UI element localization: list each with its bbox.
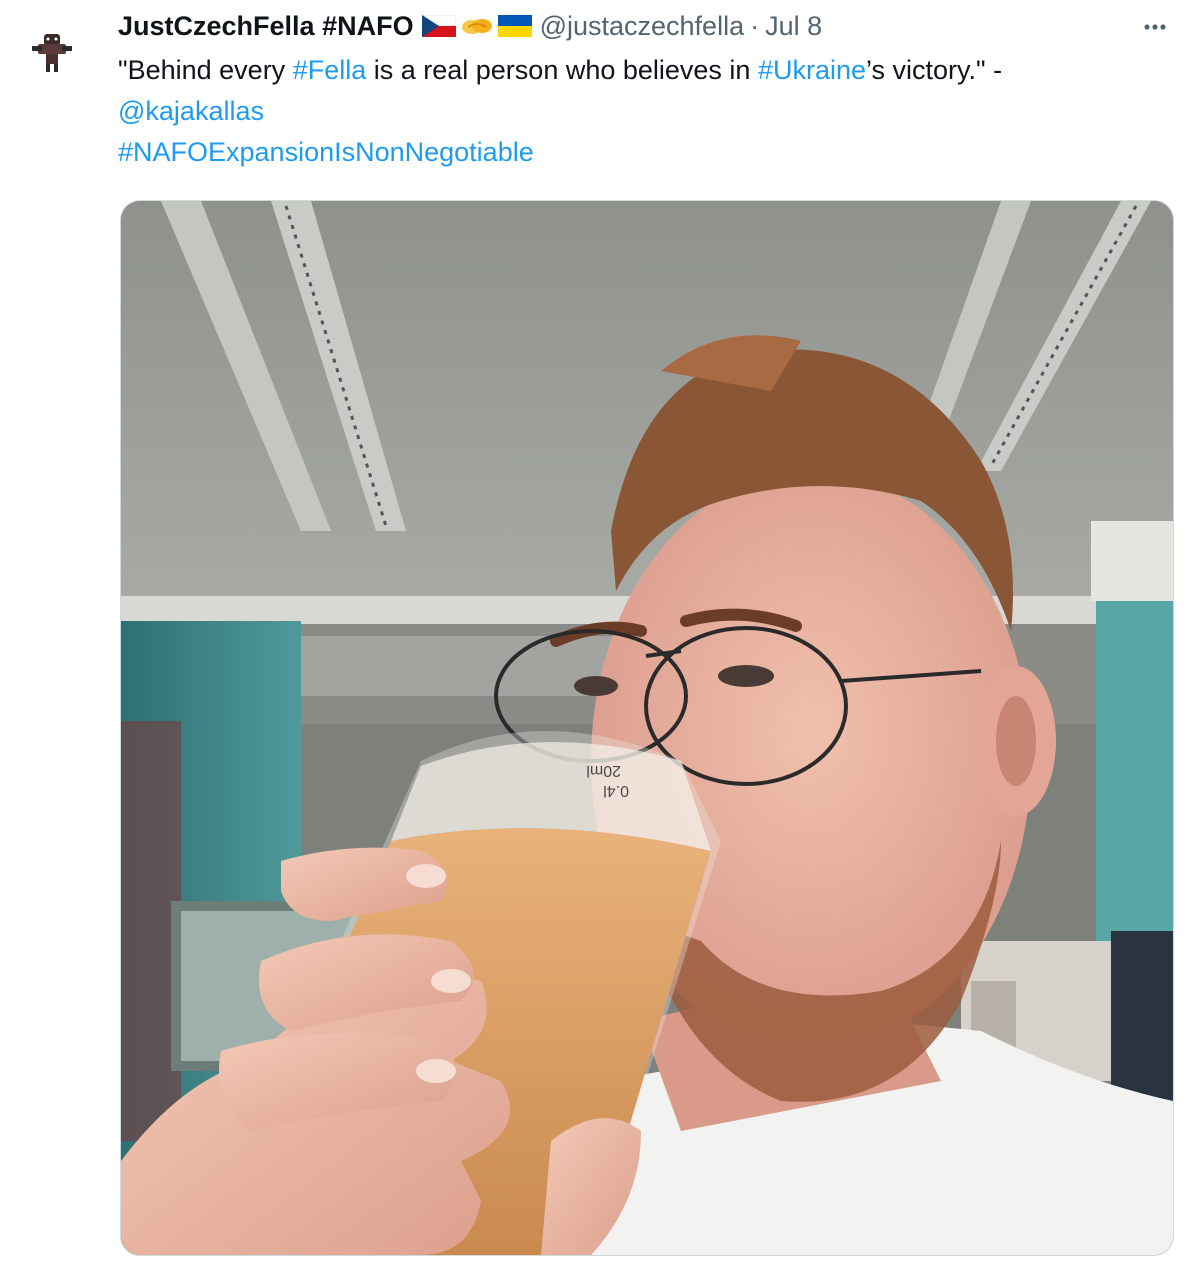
tweet-text-part: "Behind every (118, 55, 293, 85)
separator-dot: · (750, 10, 760, 41)
tweet-photo[interactable]: 20ml 0.4l (120, 200, 1174, 1256)
tweet-text-part: is a real person who believes in (366, 55, 758, 85)
tweet: JustCzechFella #NAFO @justaczechfella · … (118, 8, 1178, 173)
hashtag-ukraine[interactable]: #Ukraine (758, 55, 866, 85)
tweet-text-part: ’s victory." - (866, 55, 1003, 85)
name-emojis (421, 15, 532, 37)
user-handle[interactable]: @justaczechfella (540, 11, 745, 42)
czech-flag-icon (421, 15, 456, 37)
hashtag-fella[interactable]: #Fella (293, 55, 367, 85)
photo-illustration: 20ml 0.4l (121, 201, 1173, 1255)
tweet-text: "Behind every #Fella is a real person wh… (118, 50, 1178, 173)
handshake-icon (461, 19, 492, 34)
glass-marking: 20ml (586, 762, 621, 779)
tweet-header: JustCzechFella #NAFO @justaczechfella · … (118, 8, 1178, 44)
glass-marking: 0.4l (603, 782, 629, 799)
mention-kajakallas[interactable]: @kajakallas (118, 96, 264, 126)
tweet-date[interactable]: Jul 8 (765, 11, 822, 42)
more-horizontal-icon[interactable] (1138, 10, 1172, 44)
display-name[interactable]: JustCzechFella #NAFO (118, 11, 414, 42)
avatar-image (26, 24, 78, 76)
hashtag-nafo-expansion[interactable]: #NAFOExpansionIsNonNegotiable (118, 137, 534, 167)
ukraine-flag-icon (497, 15, 532, 37)
avatar[interactable] (26, 24, 78, 76)
